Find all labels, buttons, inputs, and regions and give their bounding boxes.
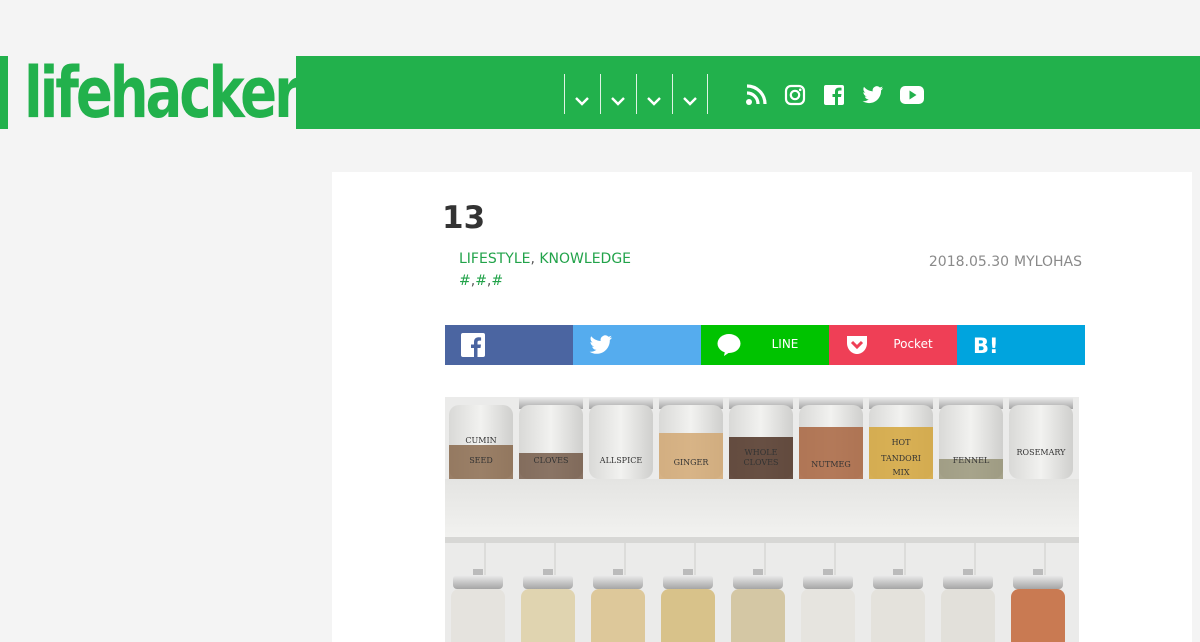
svg-text:MIX: MIX bbox=[892, 468, 909, 477]
instagram-icon bbox=[784, 84, 805, 106]
chevron-down-icon bbox=[575, 97, 589, 106]
twitter-icon bbox=[862, 86, 883, 104]
tag-link[interactable]: # bbox=[459, 273, 471, 289]
facebook-icon bbox=[823, 85, 844, 105]
nav-menu-4[interactable] bbox=[672, 74, 708, 114]
logo-stripe bbox=[0, 56, 8, 129]
logo-area[interactable]: lifehacker bbox=[0, 52, 301, 134]
share-bar: LINE Pocket B! bbox=[445, 325, 1085, 365]
facebook-icon bbox=[461, 333, 485, 357]
tag-link[interactable]: # bbox=[475, 273, 487, 289]
share-label: LINE bbox=[771, 337, 799, 351]
svg-text:FENNEL: FENNEL bbox=[953, 456, 990, 465]
youtube-link[interactable] bbox=[892, 80, 931, 110]
rss-link[interactable] bbox=[736, 80, 775, 110]
article-date: 2018.05.30 bbox=[928, 254, 1010, 270]
svg-text:CLOVES: CLOVES bbox=[744, 458, 779, 467]
svg-text:CLOVES: CLOVES bbox=[534, 456, 569, 465]
share-facebook-button[interactable] bbox=[445, 325, 573, 365]
tag-link[interactable]: # bbox=[491, 273, 503, 289]
nav-menu-2[interactable] bbox=[600, 74, 636, 114]
article-meta: 2018.05.30 MYLOHAS bbox=[929, 254, 1082, 270]
svg-text:ROSEMARY: ROSEMARY bbox=[1017, 448, 1067, 457]
spice-jars-photo: CUMINSEED CLOVES ALLSPICE GINGER WHOLECL… bbox=[445, 397, 1079, 642]
svg-text:B!: B! bbox=[973, 334, 999, 357]
nav-menu-1[interactable] bbox=[564, 74, 600, 114]
rss-icon bbox=[745, 84, 767, 105]
twitter-icon bbox=[589, 335, 612, 354]
nav-menu-3[interactable] bbox=[636, 74, 672, 114]
article-title: 13 bbox=[442, 200, 486, 236]
article-tags: #,#,# bbox=[459, 273, 504, 289]
svg-text:WHOLE: WHOLE bbox=[745, 448, 778, 457]
category-link[interactable]: LIFESTYLE bbox=[459, 251, 530, 267]
svg-text:SEED: SEED bbox=[469, 456, 493, 465]
main-navigation bbox=[296, 56, 1200, 129]
share-pocket-button[interactable]: Pocket bbox=[829, 325, 957, 365]
svg-text:ALLSPICE: ALLSPICE bbox=[599, 456, 643, 465]
hero-image: CUMIN SEED CLOVES ALLSPICE GINGER WHOLE CL… bbox=[445, 397, 1079, 642]
svg-text:HOT: HOT bbox=[892, 438, 912, 447]
twitter-link[interactable] bbox=[853, 80, 892, 110]
article-categories: LIFESTYLE, KNOWLEDGE bbox=[459, 251, 632, 267]
share-line-button[interactable]: LINE bbox=[701, 325, 829, 365]
facebook-link[interactable] bbox=[814, 80, 853, 110]
svg-text:TANDORI: TANDORI bbox=[881, 454, 921, 463]
social-links bbox=[736, 80, 931, 110]
share-twitter-button[interactable] bbox=[573, 325, 701, 365]
svg-text:CUMIN: CUMIN bbox=[465, 436, 496, 445]
site-logo[interactable]: lifehacker bbox=[24, 50, 301, 136]
svg-text:NUTMEG: NUTMEG bbox=[811, 460, 851, 469]
youtube-icon bbox=[899, 86, 924, 104]
nav-menu-group bbox=[564, 74, 708, 114]
svg-text:GINGER: GINGER bbox=[674, 458, 710, 467]
share-hatena-button[interactable]: B! bbox=[957, 325, 1085, 365]
article-card: 13 LIFESTYLE, KNOWLEDGE #,#,# 2018.05.30… bbox=[332, 172, 1192, 642]
chevron-down-icon bbox=[683, 97, 697, 106]
category-link[interactable]: KNOWLEDGE bbox=[539, 251, 631, 267]
article-author[interactable]: MYLOHAS bbox=[1014, 254, 1082, 270]
instagram-link[interactable] bbox=[775, 80, 814, 110]
chevron-down-icon bbox=[647, 97, 661, 106]
share-label: Pocket bbox=[893, 337, 933, 351]
hatena-bookmark-icon: B! bbox=[973, 334, 999, 357]
chevron-down-icon bbox=[611, 97, 625, 106]
